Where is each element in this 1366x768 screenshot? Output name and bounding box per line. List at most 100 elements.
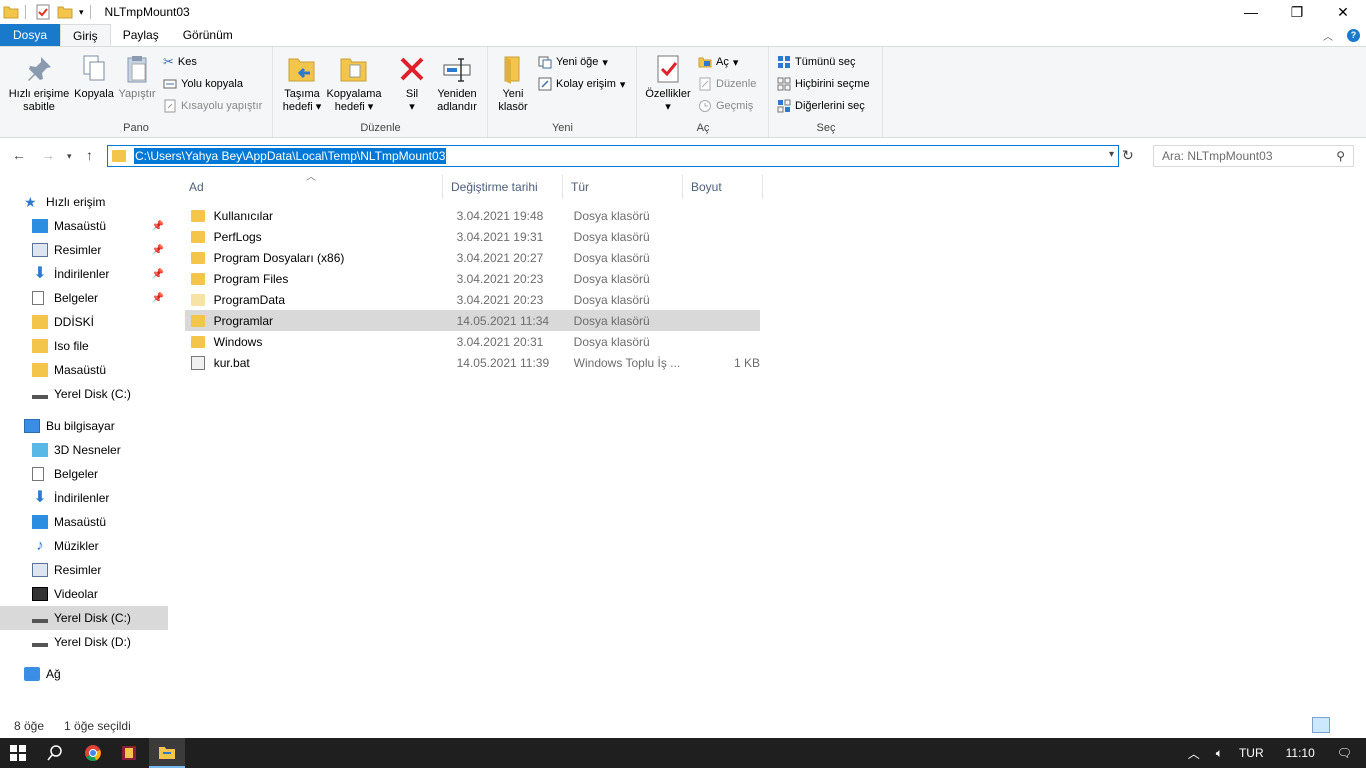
paste-button[interactable]: Yapıştır (116, 53, 158, 101)
start-button[interactable] (0, 738, 36, 768)
search-icon[interactable]: ⚲ (1336, 149, 1345, 163)
search-input[interactable]: Ara: NLTmpMount03 ⚲ (1153, 145, 1354, 167)
table-row-selected[interactable]: Programlar 14.05.2021 11:34 Dosya klasör… (185, 310, 760, 331)
pin-icon[interactable]: 📌 (152, 245, 164, 256)
nav-item-masaustu[interactable]: Masaüstü 📌 (32, 214, 176, 238)
delete-button[interactable]: Sil ▾ (392, 53, 432, 114)
history-button[interactable]: Geçmiş (698, 96, 753, 116)
address-path[interactable]: C:\Users\Yahya Bey\AppData\Local\Temp\NL… (134, 148, 447, 164)
notifications-icon[interactable]: 🗨︎ (1337, 746, 1352, 760)
edit-button[interactable]: Düzenle (698, 74, 756, 94)
rename-button[interactable]: Yeniden adlandır (432, 53, 482, 114)
language-indicator[interactable]: TUR (1239, 746, 1264, 760)
table-row[interactable]: ProgramData 3.04.2021 20:23 Dosya klasör… (185, 289, 760, 310)
nav-item-yerel-disk-d[interactable]: Yerel Disk (D:) (32, 630, 176, 654)
invert-selection-button[interactable]: Diğerlerini seç (777, 96, 865, 116)
back-icon[interactable]: ← (12, 147, 26, 163)
pin-icon[interactable]: 📌 (152, 269, 164, 280)
new-folder-button[interactable]: Yeni klasör (491, 53, 535, 114)
nav-item-indirilenler-pc[interactable]: ⬇ İndirilenler (32, 486, 176, 510)
item-count: 8 öğe (14, 718, 45, 733)
history-label: Geçmiş (716, 100, 754, 112)
chrome-taskbar-button[interactable] (75, 738, 111, 768)
tab-dosya[interactable]: Dosya (0, 24, 61, 46)
nav-item-3d-nesneler[interactable]: 3D Nesneler (32, 438, 176, 462)
column-header-date[interactable]: Değiştirme tarihi (443, 175, 563, 199)
pin-icon[interactable]: 📌 (152, 221, 164, 232)
nav-item-masaustu-pc[interactable]: Masaüstü (32, 510, 176, 534)
close-button[interactable]: ✕ (1320, 0, 1366, 24)
new-item-button[interactable]: Yeni öğe ▾ (538, 52, 608, 72)
nav-item-belgeler-pc[interactable]: Belgeler (32, 462, 176, 486)
nav-item-yerel-disk-c[interactable]: Yerel Disk (C:) (0, 606, 168, 630)
refresh-icon[interactable]: ↻ (1122, 147, 1134, 164)
nav-item-resimler-pc[interactable]: Resimler (32, 558, 176, 582)
column-header-name[interactable]: Ad (181, 175, 443, 199)
open-button[interactable]: Aç ▾ (698, 52, 738, 72)
explorer-taskbar-button[interactable] (149, 738, 185, 768)
recent-locations-icon[interactable]: ▾ (67, 151, 72, 162)
copy-to-button[interactable]: Kopyalama hedefi ▾ (326, 53, 382, 114)
large-icons-view-icon[interactable] (1334, 717, 1352, 733)
tab-gorunum[interactable]: Görünüm (171, 24, 245, 46)
volume-icon[interactable]: 🔈︎ (1216, 746, 1223, 761)
table-row[interactable]: PerfLogs 3.04.2021 19:31 Dosya klasörü (185, 226, 760, 247)
pin-label-2: sabitle (23, 101, 55, 113)
nav-item-label: Yerel Disk (C:) (54, 387, 131, 401)
properties-icon[interactable] (35, 4, 51, 20)
nav-item-yerel-disk-c-quick[interactable]: Yerel Disk (C:) (32, 382, 176, 406)
documents-icon (32, 467, 44, 481)
nav-item-masaustu-2[interactable]: Masaüstü (32, 358, 176, 382)
forward-icon[interactable]: → (41, 147, 55, 163)
table-row[interactable]: kur.bat 14.05.2021 11:39 Windows Toplu İ… (185, 352, 760, 373)
ribbon-collapse-icon[interactable]: ︿ (1323, 28, 1333, 43)
nav-item-resimler[interactable]: Resimler 📌 (32, 238, 176, 262)
nav-item-label: İndirilenler (54, 491, 110, 505)
table-row[interactable]: Program Dosyaları (x86) 3.04.2021 20:27 … (185, 247, 760, 268)
nav-item-indirilenler[interactable]: ⬇ İndirilenler 📌 (32, 262, 176, 286)
cut-button[interactable]: ✂ Kes (163, 52, 197, 72)
file-size: 1 KB (733, 355, 760, 370)
table-row[interactable]: Windows 3.04.2021 20:31 Dosya klasörü (185, 331, 760, 352)
tab-giris[interactable]: Giriş (60, 24, 111, 46)
nav-item-videolar[interactable]: Videolar (32, 582, 176, 606)
column-header-type[interactable]: Tür (563, 175, 683, 199)
file-type: Dosya klasörü (573, 229, 650, 244)
new-folder-icon[interactable] (57, 4, 73, 20)
tab-paylas[interactable]: Paylaş (111, 24, 171, 46)
select-all-button[interactable]: Tümünü seç (777, 52, 856, 72)
properties-label: Özellikler (645, 88, 691, 100)
details-view-icon[interactable] (1312, 717, 1330, 733)
column-header-size[interactable]: Boyut (683, 175, 763, 199)
nav-quick-access[interactable]: ★ Hızlı erişim (24, 190, 105, 214)
paste-shortcut-button[interactable]: Kısayolu yapıştır (163, 96, 262, 116)
nav-item-belgeler[interactable]: Belgeler 📌 (32, 286, 176, 310)
quick-access-dropdown[interactable]: ▾ (79, 7, 84, 18)
pin-icon[interactable]: 📌 (152, 293, 164, 304)
properties-button[interactable]: Özellikler ▾ (640, 53, 696, 114)
nav-item-muzikler[interactable]: ♪ Müzikler (32, 534, 176, 558)
nav-item-ddiski[interactable]: DDİSKİ (32, 310, 176, 334)
up-icon[interactable]: ↑ (86, 147, 93, 163)
minimize-button[interactable]: — (1228, 0, 1274, 24)
table-row[interactable]: Program Files 3.04.2021 20:23 Dosya klas… (185, 268, 760, 289)
copy-path-button[interactable]: Yolu kopyala (163, 74, 243, 94)
nav-this-pc[interactable]: Bu bilgisayar (24, 414, 115, 438)
address-dropdown-icon[interactable]: ▾ (1109, 149, 1114, 160)
select-none-button[interactable]: Hiçbirini seçme (777, 74, 870, 94)
table-row[interactable]: Kullanıcılar 3.04.2021 19:48 Dosya klasö… (185, 205, 760, 226)
search-taskbar-button[interactable] (37, 738, 73, 768)
title-bar: ▾ NLTmpMount03 — ❐ ✕ (0, 0, 1366, 24)
move-to-button[interactable]: Taşıma hedefi ▾ (278, 53, 326, 114)
restore-button[interactable]: ❐ (1274, 0, 1320, 24)
pin-quick-access-button[interactable]: Hızlı erişime sabitle (6, 53, 72, 114)
show-hidden-icons-icon[interactable]: ︿ (1188, 745, 1200, 762)
address-bar[interactable]: C:\Users\Yahya Bey\AppData\Local\Temp\NL… (107, 145, 1119, 167)
easy-access-button[interactable]: Kolay erişim ▾ (538, 74, 625, 94)
app-taskbar-button[interactable] (111, 738, 147, 768)
copy-button[interactable]: Kopyala (72, 53, 116, 101)
nav-network[interactable]: Ağ (24, 662, 61, 686)
help-icon[interactable]: ? (1347, 28, 1360, 42)
nav-item-iso-file[interactable]: Iso file (32, 334, 176, 358)
clock[interactable]: 11:10 (1286, 746, 1315, 760)
